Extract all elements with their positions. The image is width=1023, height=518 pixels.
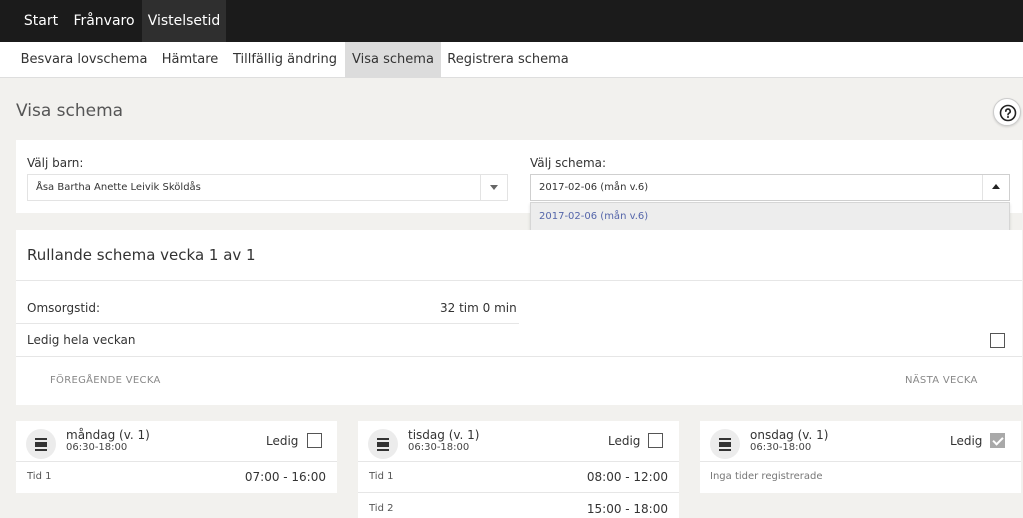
tab-hamtare[interactable]: Hämtare — [154, 42, 226, 78]
topnav-vistelsetid[interactable]: Vistelsetid — [142, 0, 226, 42]
schema-select-toggle[interactable] — [982, 175, 1009, 200]
day-card-wednesday: onsdag (v. 1) 06:30-18:00 Ledig Inga tid… — [700, 421, 1021, 493]
divider — [16, 461, 337, 462]
tab-visa-schema[interactable]: Visa schema — [345, 42, 441, 78]
ledig-label: Ledig — [608, 434, 641, 448]
day-card-tuesday: tisdag (v. 1) 06:30-18:00 Ledig Tid 1 08… — [358, 421, 679, 518]
divider — [16, 356, 1022, 357]
schema-select-label: Välj schema: — [530, 156, 607, 170]
page-title: Visa schema — [16, 101, 124, 121]
schema-dropdown-option[interactable]: 2017-02-06 (mån v.6) — [539, 203, 648, 230]
sub-navigation: Besvara lovschema Hämtare Tillfällig änd… — [0, 42, 1023, 78]
tab-registrera-schema[interactable]: Registrera schema — [443, 42, 573, 78]
day-title: tisdag (v. 1) — [408, 428, 480, 442]
ledig-checkbox[interactable] — [990, 433, 1005, 448]
tab-tillfallig-andring[interactable]: Tillfällig ändring — [228, 42, 342, 78]
ledig-label: Ledig — [266, 434, 299, 448]
child-select-label: Välj barn: — [27, 156, 84, 170]
omsorgstid-label: Omsorgstid: — [27, 301, 101, 315]
divider — [16, 323, 519, 324]
time-row-value: 15:00 - 18:00 — [586, 502, 668, 516]
topnav-franvaro[interactable]: Frånvaro — [68, 0, 140, 42]
child-select-toggle[interactable] — [480, 175, 507, 200]
ledig-week-checkbox[interactable] — [990, 333, 1005, 348]
help-button[interactable] — [993, 98, 1021, 126]
chevron-up-icon — [992, 184, 1000, 189]
time-row-value: 07:00 - 16:00 — [244, 470, 326, 484]
divider — [16, 280, 1022, 281]
ledig-label: Ledig — [950, 434, 983, 448]
divider — [700, 461, 1021, 462]
day-hours: 06:30-18:00 — [750, 442, 812, 453]
ledig-checkbox[interactable] — [648, 433, 663, 448]
time-row-label: Tid 2 — [369, 503, 394, 514]
time-row-label: Tid 1 — [369, 471, 394, 482]
previous-week-button[interactable]: FÖREGÅENDE VECKA — [50, 375, 161, 386]
chevron-down-icon — [490, 185, 498, 190]
ledig-week-label: Ledig hela veckan — [27, 333, 136, 347]
day-hours: 06:30-18:00 — [408, 442, 470, 453]
time-row-value: 08:00 - 12:00 — [586, 470, 668, 484]
child-select-value: Åsa Bartha Anette Leivik Sköldås — [36, 182, 201, 193]
schedule-title: Rullande schema vecka 1 av 1 — [27, 246, 256, 264]
divider — [358, 492, 679, 493]
day-hours: 06:30-18:00 — [66, 442, 128, 453]
day-title: onsdag (v. 1) — [750, 428, 829, 442]
day-title: måndag (v. 1) — [66, 428, 150, 442]
divider — [358, 461, 679, 462]
schema-select-value: 2017-02-06 (mån v.6) — [539, 182, 649, 193]
schedule-icon — [710, 429, 740, 459]
question-circle-icon — [999, 104, 1017, 122]
day-card-monday: måndag (v. 1) 06:30-18:00 Ledig Tid 1 07… — [16, 421, 337, 493]
omsorgstid-value: 32 tim 0 min — [440, 301, 517, 315]
ledig-checkbox[interactable] — [307, 433, 322, 448]
child-select[interactable]: Åsa Bartha Anette Leivik Sköldås — [27, 174, 508, 201]
next-week-button[interactable]: NÄSTA VECKA — [905, 375, 978, 386]
topnav-start[interactable]: Start — [16, 0, 66, 42]
schema-select[interactable]: 2017-02-06 (mån v.6) — [530, 174, 1010, 201]
schedule-icon — [26, 429, 56, 459]
tab-besvara-lovschema[interactable]: Besvara lovschema — [16, 42, 152, 78]
top-navigation: Start Frånvaro Vistelsetid — [0, 0, 1023, 42]
time-row-label: Tid 1 — [27, 471, 52, 482]
empty-times-text: Inga tider registrerade — [710, 471, 823, 482]
schema-dropdown-list: 2017-02-06 (mån v.6) — [530, 202, 1010, 231]
schedule-icon — [368, 429, 398, 459]
